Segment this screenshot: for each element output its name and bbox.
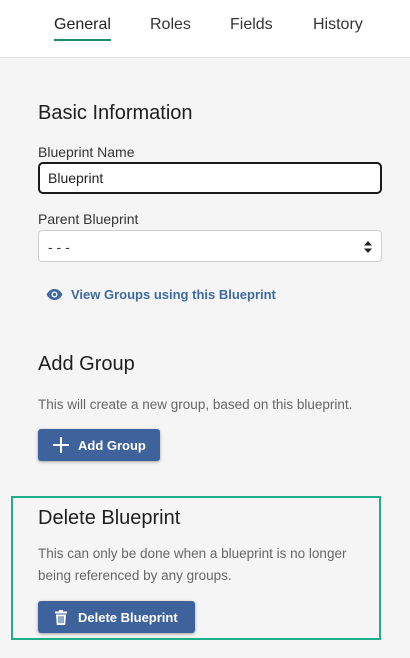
tab-history[interactable]: History	[313, 16, 363, 34]
blueprint-name-label: Blueprint Name	[38, 144, 135, 160]
tab-general[interactable]: General	[54, 16, 111, 34]
parent-blueprint-label: Parent Blueprint	[38, 211, 139, 227]
view-groups-link[interactable]: View Groups using this Blueprint	[46, 285, 276, 303]
view-groups-link-label: View Groups using this Blueprint	[71, 286, 276, 302]
sort-arrows-icon	[364, 241, 372, 253]
delete-blueprint-button-label: Delete Blueprint	[78, 609, 178, 625]
add-group-button-label: Add Group	[78, 437, 146, 453]
tab-fields[interactable]: Fields	[230, 16, 273, 34]
plus-icon	[53, 437, 69, 453]
basic-information-heading: Basic Information	[38, 102, 193, 124]
add-group-description: This will create a new group, based on t…	[38, 397, 353, 412]
eye-icon	[46, 288, 63, 300]
tab-roles[interactable]: Roles	[150, 16, 191, 34]
delete-blueprint-heading: Delete Blueprint	[38, 507, 181, 529]
add-group-heading: Add Group	[38, 353, 135, 375]
delete-blueprint-description: This can only be done when a blueprint i…	[38, 546, 347, 583]
tab-bar: General Roles Fields History	[0, 0, 410, 58]
add-group-button[interactable]: Add Group	[38, 429, 160, 461]
parent-blueprint-select[interactable]: - - -	[38, 230, 382, 262]
blueprint-name-input[interactable]	[38, 162, 382, 194]
parent-blueprint-selected-value: - - -	[48, 239, 70, 255]
trash-icon	[55, 609, 67, 625]
active-tab-indicator	[54, 39, 111, 41]
delete-blueprint-button[interactable]: Delete Blueprint	[38, 601, 195, 633]
